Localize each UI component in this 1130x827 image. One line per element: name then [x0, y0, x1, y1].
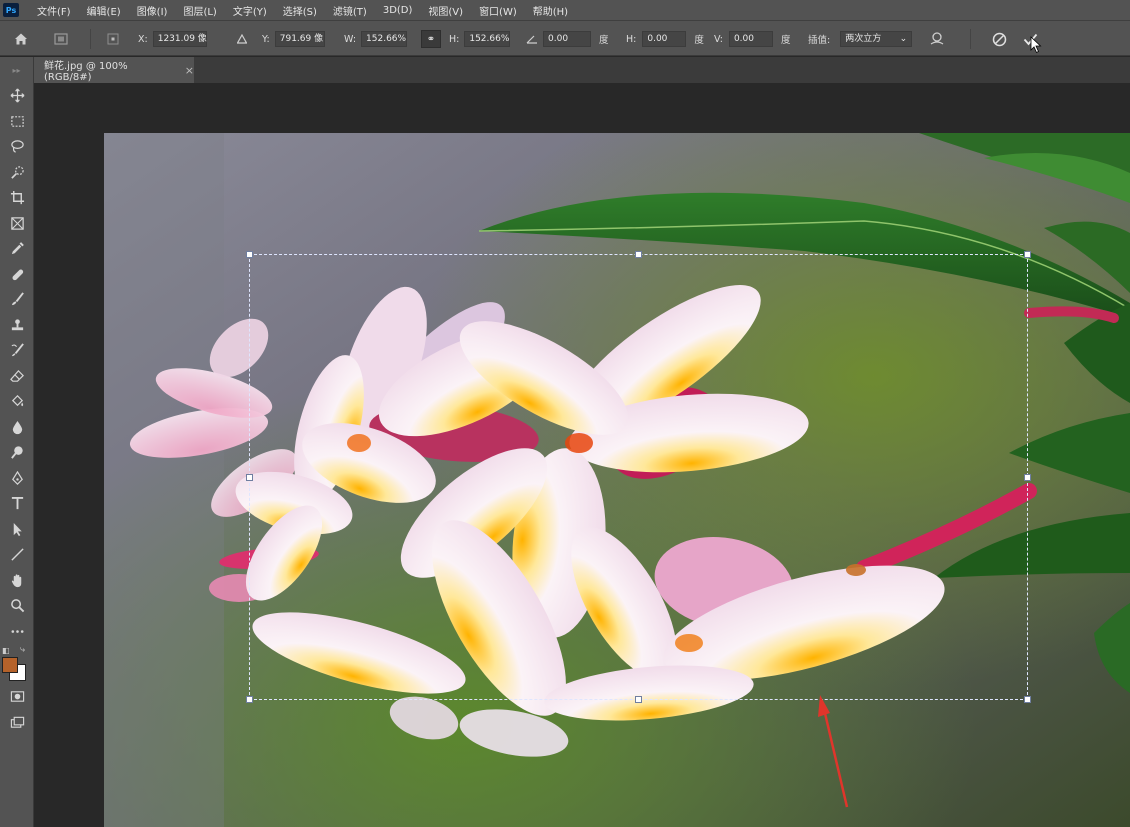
type-tool-icon[interactable]: [0, 491, 34, 517]
transform-handle-bottom[interactable]: [635, 696, 642, 703]
menu-help[interactable]: 帮助(H): [525, 3, 576, 18]
height-field[interactable]: 152.66%: [464, 31, 511, 47]
horizontal-skew-group: H: 0.00 度: [626, 30, 704, 48]
annotation-arrow-icon: [818, 695, 849, 808]
horizontal-skew-label: H:: [626, 33, 637, 45]
crop-tool-icon[interactable]: [0, 185, 34, 211]
delta-icon[interactable]: [237, 30, 247, 48]
rotate-group: 0.00 度: [543, 30, 609, 48]
transform-handle-top-left[interactable]: [246, 251, 253, 258]
transform-bounding-box[interactable]: [246, 251, 1031, 703]
panel-grip[interactable]: ▸▸: [0, 57, 33, 83]
photoshop-window: Ps 文件(F) 编辑(E) 图像(I) 图层(L) 文字(Y) 选择(S) 滤…: [0, 0, 1130, 827]
paint-bucket-tool-icon[interactable]: [0, 389, 34, 415]
rotate-angle-unit: 度: [599, 35, 609, 46]
document-tab-title: 鲜花.jpg @ 100%(RGB/8#): [44, 61, 128, 83]
dodge-tool-icon[interactable]: [0, 440, 34, 466]
horizontal-skew-field[interactable]: 0.00: [642, 31, 687, 47]
x-position-field[interactable]: 1231.09 像: [152, 31, 207, 47]
transform-handle-left[interactable]: [246, 474, 253, 481]
rotate-angle-icon: [526, 30, 538, 48]
cancel-transform-icon[interactable]: [990, 30, 1008, 48]
transform-handle-top-right[interactable]: [1024, 251, 1031, 258]
width-field[interactable]: 152.66%: [361, 31, 408, 47]
vertical-skew-field[interactable]: 0.00: [728, 31, 773, 47]
home-icon[interactable]: [12, 30, 30, 48]
document-canvas[interactable]: [104, 133, 1130, 827]
line-tool-icon[interactable]: [0, 542, 34, 568]
warp-mode-icon[interactable]: [928, 30, 946, 48]
transform-handle-top[interactable]: [635, 251, 642, 258]
height-group: H: 152.66%: [449, 30, 511, 48]
mouse-cursor-icon: [1030, 36, 1042, 54]
vertical-skew-label: V:: [714, 33, 723, 45]
chevron-down-icon: ⌄: [899, 34, 908, 44]
interpolation-select[interactable]: 两次立方 ⌄: [840, 31, 913, 47]
hand-tool-icon[interactable]: [0, 568, 34, 594]
menu-view[interactable]: 视图(V): [420, 3, 471, 18]
menu-bar: Ps 文件(F) 编辑(E) 图像(I) 图层(L) 文字(Y) 选择(S) 滤…: [0, 0, 1130, 20]
foreground-color-swatch[interactable]: [2, 657, 18, 673]
move-tool-icon[interactable]: [0, 83, 34, 109]
lasso-tool-icon[interactable]: [0, 134, 34, 160]
menu-edit[interactable]: 编辑(E): [79, 3, 129, 18]
close-icon[interactable]: ×: [185, 64, 194, 77]
width-label: W:: [344, 33, 357, 45]
y-label: Y:: [262, 33, 270, 45]
vertical-skew-group: V: 0.00 度: [714, 30, 790, 48]
rotate-angle-field[interactable]: 0.00: [543, 31, 591, 47]
transform-handle-bottom-left[interactable]: [246, 696, 253, 703]
menu-file[interactable]: 文件(F): [29, 3, 79, 18]
more-tools-icon[interactable]: [0, 619, 34, 645]
quick-select-tool-icon[interactable]: [0, 160, 34, 186]
swap-colors-icon[interactable]: ⤷: [20, 645, 25, 655]
x-position-group: X: 1231.09 像: [138, 30, 207, 48]
menu-filter[interactable]: 滤镜(T): [325, 3, 375, 18]
interpolation-value: 两次立方: [845, 34, 882, 44]
history-brush-tool-icon[interactable]: [0, 338, 34, 364]
reference-point-icon[interactable]: [104, 30, 122, 48]
maintain-aspect-ratio-link-icon[interactable]: ⚭: [421, 30, 441, 48]
clone-stamp-tool-icon[interactable]: [0, 313, 34, 339]
menu-select[interactable]: 选择(S): [275, 3, 325, 18]
interpolation-group: 插值: 两次立方 ⌄: [808, 30, 913, 48]
tools-panel: ▸▸ ◧ ⤷: [0, 57, 34, 827]
transform-handle-right[interactable]: [1024, 474, 1031, 481]
y-position-field[interactable]: 791.69 像: [274, 31, 325, 47]
menu-layer[interactable]: 图层(L): [175, 3, 224, 18]
transform-handle-bottom-right[interactable]: [1024, 696, 1031, 703]
height-label: H:: [449, 33, 460, 45]
menu-3d[interactable]: 3D(D): [375, 5, 421, 16]
path-select-tool-icon[interactable]: [0, 517, 34, 543]
document-tab[interactable]: 鲜花.jpg @ 100%(RGB/8#) ×: [34, 57, 194, 83]
menu-window[interactable]: 窗口(W): [471, 3, 525, 18]
zoom-tool-icon[interactable]: [0, 593, 34, 619]
x-label: X:: [138, 33, 148, 45]
transform-tool-icon[interactable]: [52, 30, 70, 48]
marquee-tool-icon[interactable]: [0, 109, 34, 135]
eraser-tool-icon[interactable]: [0, 364, 34, 390]
brush-tool-icon[interactable]: [0, 287, 34, 313]
width-group: W: 152.66%: [344, 30, 408, 48]
eyedropper-tool-icon[interactable]: [0, 236, 34, 262]
interpolation-label: 插值:: [808, 35, 831, 46]
canvas-area[interactable]: [34, 83, 1130, 827]
pen-tool-icon[interactable]: [0, 466, 34, 492]
frame-tool-icon[interactable]: [0, 211, 34, 237]
photoshop-logo: Ps: [3, 3, 19, 17]
vertical-skew-unit: 度: [780, 35, 791, 46]
default-colors-icon[interactable]: ◧: [2, 646, 10, 655]
screen-mode-icon[interactable]: [0, 710, 34, 736]
horizontal-skew-unit: 度: [694, 35, 704, 46]
document-tab-bar: 鲜花.jpg @ 100%(RGB/8#) ×: [34, 57, 1130, 83]
y-position-group: Y: 791.69 像: [262, 30, 325, 48]
menu-type[interactable]: 文字(Y): [225, 3, 275, 18]
menu-image[interactable]: 图像(I): [129, 3, 176, 18]
options-bar: X: 1231.09 像 Y: 791.69 像 W: 152.66% ⚭ H:…: [0, 20, 1130, 56]
color-swatches: ◧ ⤷: [0, 644, 33, 684]
healing-brush-tool-icon[interactable]: [0, 262, 34, 288]
quick-mask-icon[interactable]: [0, 684, 34, 710]
blur-tool-icon[interactable]: [0, 415, 34, 441]
